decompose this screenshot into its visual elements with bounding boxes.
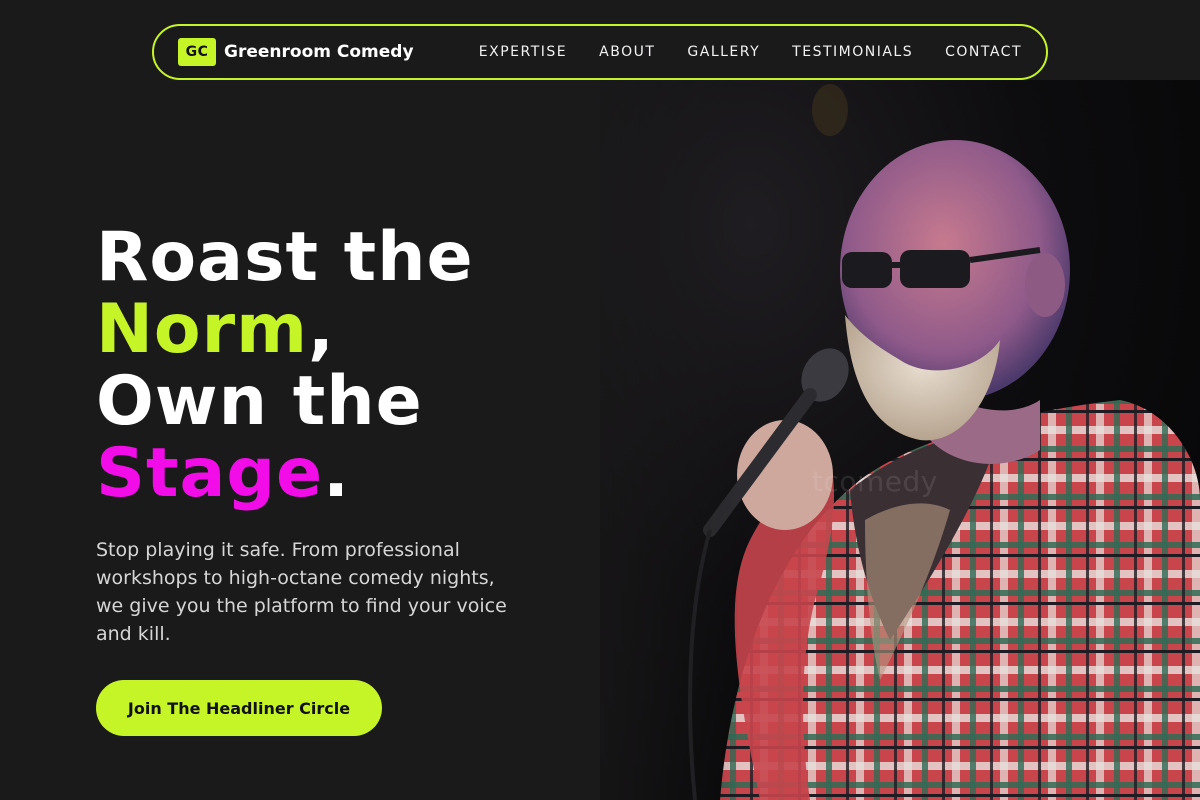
landing-page: tcomedy GC Greenroom Comedy EXPERTISE AB… — [0, 0, 1200, 800]
nav-link-about[interactable]: ABOUT — [599, 44, 655, 60]
comedian-illustration — [688, 84, 1200, 800]
nav-link-testimonials[interactable]: TESTIMONIALS — [792, 44, 913, 60]
hero-headline: Roast the Norm, Own the Stage. — [96, 222, 474, 510]
join-headliner-circle-button[interactable]: Join The Headliner Circle — [96, 680, 382, 736]
nav-links: EXPERTISE ABOUT GALLERY TESTIMONIALS CON… — [479, 44, 1022, 60]
headline-highlight-stage: Stage — [96, 434, 324, 513]
navbar: GC Greenroom Comedy EXPERTISE ABOUT GALL… — [152, 24, 1048, 80]
headline-comma: , — [308, 290, 335, 369]
hero-photo: tcomedy — [600, 80, 1200, 800]
headline-period: . — [323, 434, 351, 513]
headline-line-3: Own the — [96, 362, 423, 441]
nav-link-expertise[interactable]: EXPERTISE — [479, 44, 567, 60]
hero-description: Stop playing it safe. From professional … — [96, 539, 507, 645]
brand-name[interactable]: Greenroom Comedy — [224, 42, 414, 62]
headline-highlight-norm: Norm — [96, 290, 309, 369]
photo-watermark: tcomedy — [812, 465, 938, 498]
nav-link-gallery[interactable]: GALLERY — [687, 44, 760, 60]
logo-badge[interactable]: GC — [178, 38, 216, 66]
nav-link-contact[interactable]: CONTACT — [945, 44, 1022, 60]
headline-line-1: Roast the — [96, 218, 474, 297]
